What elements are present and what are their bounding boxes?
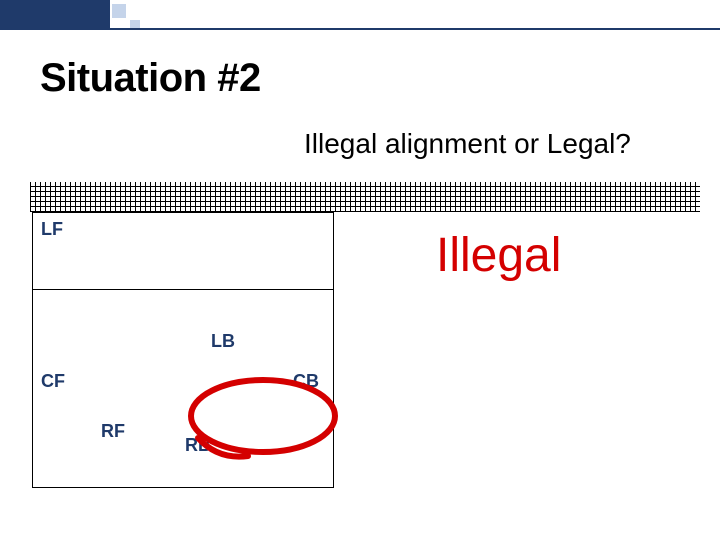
top-rule [0,28,720,30]
court-box: LF LB CF CB RF RB [32,212,334,488]
position-lf: LF [41,219,63,240]
position-cb: CB [293,371,319,392]
position-cf: CF [41,371,65,392]
slide-title: Situation #2 [40,56,261,101]
corner-accent [0,0,110,30]
slide-subtitle: Illegal alignment or Legal? [304,128,631,160]
accent-square [112,4,126,18]
net-hatch-band [30,182,700,212]
verdict-label: Illegal [436,228,561,283]
position-rf: RF [101,421,125,442]
attack-line [33,289,333,290]
position-rb: RB [185,435,211,456]
position-lb: LB [211,331,235,352]
